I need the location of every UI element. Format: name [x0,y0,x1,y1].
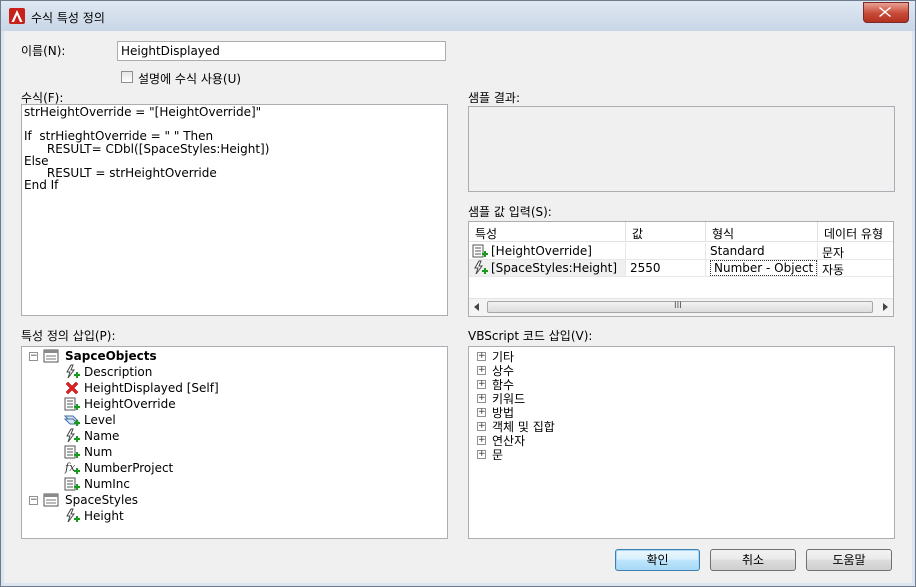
red-x-icon [65,381,79,395]
scrollbar-thumb[interactable]: III [487,301,873,313]
collapse-icon[interactable]: − [29,352,38,361]
formula-icon: fx [64,461,80,474]
close-icon [879,7,891,17]
tree-item-label: HeightOverride [84,397,176,411]
column-header-format[interactable]: 형식 [706,222,818,242]
tree-item[interactable]: HeightOverride [22,396,442,412]
dialog-window: 수식 특성 정의 이름(N): HeightDisplayed 설명에 수식 사… [0,0,916,587]
close-button[interactable] [863,2,909,23]
tree-item-label: Description [84,365,153,379]
expand-icon[interactable]: + [477,366,486,375]
automatic-property-icon [66,508,80,523]
window-title: 수식 특성 정의 [31,11,105,25]
column-header-value[interactable]: 값 [626,222,706,242]
tree-item[interactable]: Level [22,412,442,428]
name-label: 이름(N): [21,44,66,58]
tree-item-label: Level [84,413,116,427]
column-header-property[interactable]: 특성 [469,222,626,242]
sample-result-box [468,106,895,192]
tree-item-label: NumInc [84,477,131,491]
property-definition-tree[interactable]: − SapceObjects Description HeightDisplay… [21,346,448,539]
title-bar[interactable]: 수식 특성 정의 [1,1,915,31]
grid-cell-format[interactable]: Standard [706,243,818,260]
formula-editor[interactable]: strHeightOverride = "[HeightOverride]" I… [21,104,448,316]
grid-property-text: [SpaceStyles:Height] [491,261,618,275]
tree-item-label: 문 [492,448,504,462]
sample-input-grid[interactable]: 특성 값 형식 데이터 유형 [HeightOverride] Standard… [468,221,894,317]
tree-group-label: SapceObjects [65,349,157,363]
use-formula-checkbox[interactable] [121,71,133,83]
tree-group-spacestyles[interactable]: − SpaceStyles [22,492,442,508]
tree-item-label: Name [84,429,120,443]
column-header-datatype[interactable]: 데이터 유형 [818,222,893,242]
grid-cell-value[interactable]: 2550 [626,260,706,277]
grid-cell-property: [SpaceStyles:Height] [469,260,626,277]
tree-item-label: HeightDisplayed [Self] [84,381,219,395]
tree-item-label: Height [84,509,124,523]
property-icon [472,244,488,258]
tree-item-label: NumberProject [84,461,174,475]
format-focus-text: Number - Object [710,260,817,276]
automatic-property-icon [474,260,488,275]
sample-input-label: 샘플 값 입력(S): [468,205,552,219]
tree-item[interactable]: Description [22,364,442,380]
level-icon [64,415,80,426]
expand-icon[interactable]: + [477,408,486,417]
tree-group-label: SpaceStyles [65,493,138,507]
tree-item[interactable]: Height [22,508,442,524]
object-group-icon [43,493,59,507]
vbscript-code-tree[interactable]: + 기타 + 상수 + 함수 + 키워드 + 방법 + 객체 및 집합 + 연산자 + 문 [468,346,895,539]
property-icon [64,445,80,459]
property-icon [64,397,80,411]
expand-icon[interactable]: + [477,352,486,361]
vbscript-tree-label: VBScript 코드 삽입(V): [468,329,593,343]
tree-group-sapceobjects[interactable]: − SapceObjects [22,348,442,364]
use-formula-label[interactable]: 설명에 수식 사용(U) [138,70,241,87]
expand-icon[interactable]: + [477,450,486,459]
scroll-grip-glyph: III [674,301,682,311]
sample-result-label: 샘플 결과: [468,91,521,105]
grid-cell-value[interactable] [626,243,706,260]
tree-item[interactable]: + 문 [469,446,889,462]
horizontal-scrollbar[interactable]: III [469,298,893,316]
property-icon [64,477,80,491]
grid-cell-datatype: 자동 [818,260,893,277]
property-tree-label: 특성 정의 삽입(P): [21,329,116,343]
ok-button[interactable]: 확인 [615,549,700,571]
expand-icon[interactable]: + [477,436,486,445]
automatic-property-icon [66,364,80,379]
help-button[interactable]: 도움말 [806,549,892,571]
grid-property-text: [HeightOverride] [491,244,592,258]
expand-icon[interactable]: + [477,380,486,389]
tree-item[interactable]: Name [22,428,442,444]
automatic-property-icon [66,428,80,443]
collapse-icon[interactable]: − [29,496,38,505]
expand-icon[interactable]: + [477,422,486,431]
dialog-body: 이름(N): HeightDisplayed 설명에 수식 사용(U) 수식(F… [9,31,908,579]
grid-cell-property: [HeightOverride] [469,243,626,260]
object-group-icon [43,349,59,363]
scroll-right-icon[interactable] [882,303,888,311]
tree-item[interactable]: fx NumberProject [22,460,442,476]
app-logo-icon [9,8,25,24]
scroll-left-icon[interactable] [474,303,480,311]
tree-item[interactable]: NumInc [22,476,442,492]
tree-item[interactable]: Num [22,444,442,460]
cancel-button[interactable]: 취소 [710,549,796,571]
grid-cell-datatype: 문자 [818,243,893,260]
tree-item-label: Num [84,445,113,459]
svg-text:fx: fx [64,461,76,474]
tree-item[interactable]: HeightDisplayed [Self] [22,380,442,396]
name-input[interactable]: HeightDisplayed [117,41,446,61]
grid-cell-format[interactable]: Number - Object [706,260,818,277]
expand-icon[interactable]: + [477,394,486,403]
